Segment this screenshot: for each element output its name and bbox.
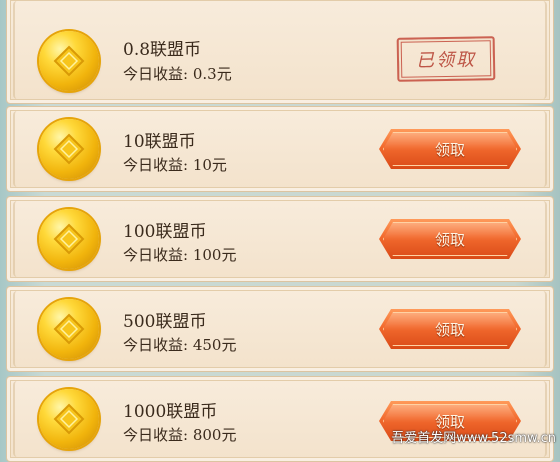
earnings-label: 今日收益: [123,246,189,264]
daily-earnings: 今日收益: 450元 [123,334,236,355]
reward-amount: 0.8联盟币 [123,40,202,60]
earnings-value: 450元 [192,336,237,354]
earnings-label: 今日收益: [123,65,189,83]
coin-icon [39,389,99,449]
earnings-value: 100元 [192,246,237,264]
claim-button-label: 领取 [434,140,465,159]
claim-button-label: 领取 [434,230,465,249]
coin-icon [39,31,99,91]
reward-card: 500联盟币 今日收益: 450元 领取 [6,286,554,372]
daily-earnings: 今日收益: 100元 [123,244,236,265]
reward-amount: 500联盟币 [123,312,207,332]
reward-amount: 100联盟币 [123,222,207,242]
daily-earnings: 今日收益: 800元 [123,424,236,445]
earnings-label: 今日收益: [123,156,189,174]
reward-card: 0.8联盟币 今日收益: 0.3元 已领取 [6,0,554,104]
claim-button[interactable]: 领取 [379,129,521,169]
coin-icon [39,299,99,359]
coin-icon [39,209,99,269]
daily-earnings: 今日收益: 10元 [123,154,227,175]
earnings-value: 0.3元 [192,65,232,83]
site-watermark: 吾爱首发网www.52smw.cn [391,431,556,446]
reward-list: 0.8联盟币 今日收益: 0.3元 已领取 10联盟币 今日收益: 10元 领取… [0,0,560,462]
claim-button[interactable]: 领取 [379,219,521,259]
claim-button[interactable]: 领取 [379,309,521,349]
reward-amount: 10联盟币 [123,132,196,152]
reward-card: 1000联盟币 今日收益: 800元 领取 [6,376,554,462]
coin-icon [39,119,99,179]
earnings-label: 今日收益: [123,426,189,444]
daily-earnings: 今日收益: 0.3元 [123,63,232,84]
earnings-label: 今日收益: [123,336,189,354]
earnings-value: 800元 [192,426,237,444]
reward-card: 100联盟币 今日收益: 100元 领取 [6,196,554,282]
claim-button-label: 领取 [434,320,465,339]
earnings-value: 10元 [192,156,227,174]
reward-amount: 1000联盟币 [123,402,218,422]
claimed-stamp: 已领取 [396,36,496,82]
reward-card: 10联盟币 今日收益: 10元 领取 [6,106,554,192]
